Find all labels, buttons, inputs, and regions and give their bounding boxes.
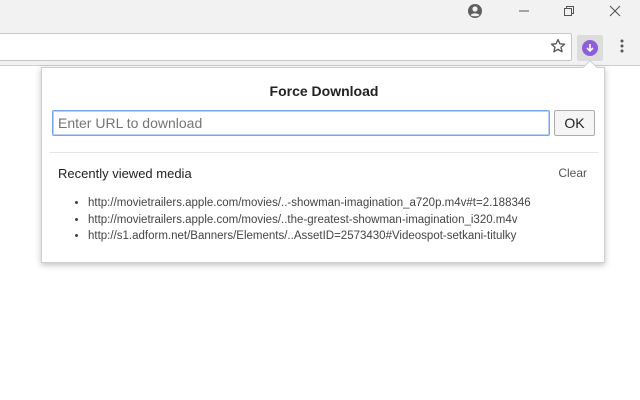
browser-toolbar (0, 30, 640, 66)
address-bar[interactable] (0, 33, 572, 61)
download-icon (582, 40, 598, 56)
minimize-icon (518, 4, 530, 22)
minimize-button[interactable] (502, 0, 546, 26)
url-input[interactable] (52, 110, 550, 136)
list-item: http://movietrailers.apple.com/movies/..… (88, 212, 531, 229)
recent-media-heading: Recently viewed media (58, 166, 192, 181)
profile-button[interactable] (453, 0, 497, 26)
close-icon (609, 4, 621, 22)
list-item: http://movietrailers.apple.com/movies/..… (88, 195, 531, 212)
ok-button[interactable]: OK (554, 110, 595, 136)
media-link[interactable]: http://s1.adform.net/Banners/Elements/..… (88, 230, 516, 242)
force-download-extension-button[interactable] (577, 35, 603, 61)
recent-media-list: http://movietrailers.apple.com/movies/..… (88, 195, 531, 245)
star-icon (550, 38, 566, 59)
window-titlebar (0, 0, 640, 30)
kebab-menu-icon (620, 39, 624, 58)
list-item: http://s1.adform.net/Banners/Elements/..… (88, 228, 531, 245)
restore-button[interactable] (547, 0, 591, 26)
force-download-popup: Force Download OK Recently viewed media … (41, 67, 605, 263)
divider (50, 152, 598, 153)
popup-title: Force Download (269, 83, 379, 99)
clear-button[interactable]: Clear (558, 166, 587, 180)
close-button[interactable] (593, 0, 637, 26)
media-link[interactable]: http://movietrailers.apple.com/movies/..… (88, 214, 518, 226)
profile-icon (467, 3, 483, 24)
bookmark-button[interactable] (545, 36, 571, 60)
browser-menu-button[interactable] (610, 36, 634, 60)
media-link[interactable]: http://movietrailers.apple.com/movies/..… (88, 197, 531, 209)
restore-icon (563, 4, 575, 22)
